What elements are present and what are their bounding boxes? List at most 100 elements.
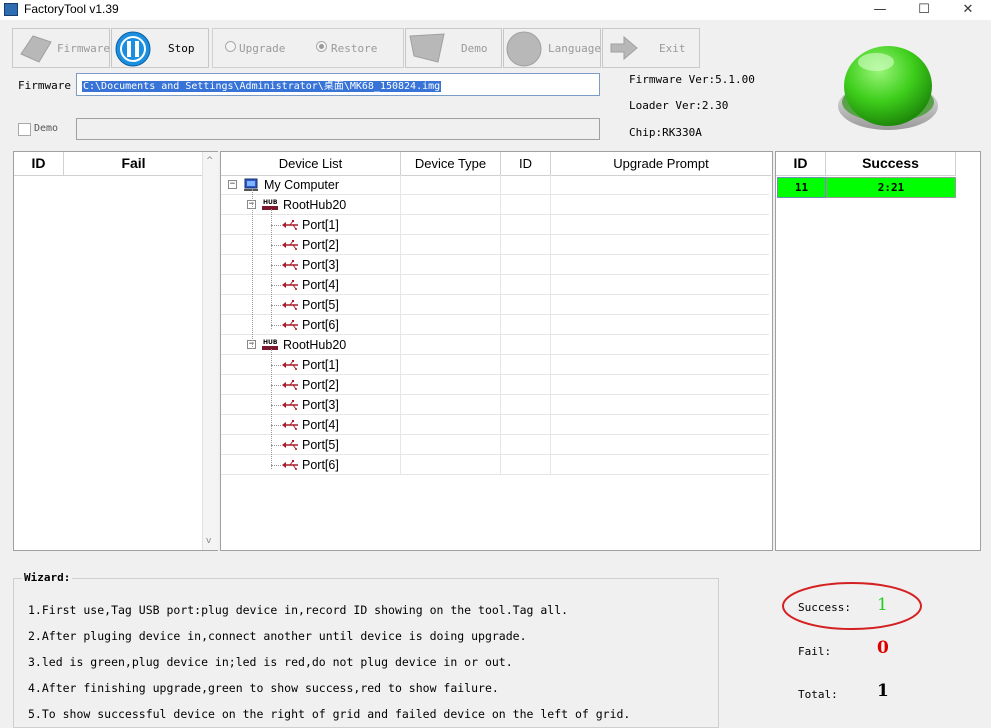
success-row-time[interactable]: 2:21 [826,177,956,198]
tree-node-label: Port[6] [302,458,339,472]
tree-node-port[interactable]: Port[4] [221,275,769,295]
usb-port-icon [282,300,298,310]
usb-port-icon [282,260,298,270]
total-count-label: Total: [798,688,838,701]
device-type-header[interactable]: Device Type [401,152,501,176]
hub-icon-text: HUB [263,199,278,206]
usb-port-icon [282,380,298,390]
demo-button[interactable]: Demo [405,28,502,68]
tree-connector [271,285,281,286]
tree-connector [271,349,272,469]
tree-connector [271,425,281,426]
tree-node-label: Port[5] [302,298,339,312]
fail-count-value: 0 [877,638,889,658]
upgrade-radio-label: Upgrade [239,42,286,55]
firmware-path-input[interactable]: C:\Documents and Settings\Administrator\… [76,73,600,96]
language-button-label: Language [548,42,601,55]
restore-radio-label: Restore [331,42,378,55]
tree-node-my-computer[interactable]: − My Computer [221,175,769,195]
tree-node-port[interactable]: Port[3] [221,255,769,275]
fail-table-header-fail[interactable]: Fail [64,152,204,176]
collapse-icon[interactable]: − [228,180,237,189]
tree-node-port[interactable]: Port[1] [221,355,769,375]
success-table-header-id[interactable]: ID [776,152,826,176]
demo-checkbox[interactable] [18,123,31,136]
tree-node-port[interactable]: Port[5] [221,435,769,455]
success-count-label: Success: [798,601,851,614]
wizard-line-5: 5.To show successful device on the right… [28,707,631,721]
firmware-path-text: C:\Documents and Settings\Administrator\… [82,81,442,92]
usb-port-icon [282,320,298,330]
tree-connector [252,189,253,349]
exit-button[interactable]: Exit [602,28,700,68]
usb-port-icon [282,440,298,450]
tree-node-label: Port[3] [302,398,339,412]
tree-node-port[interactable]: Port[5] [221,295,769,315]
maximize-button[interactable]: ☐ [901,0,947,20]
stop-button-label: Stop [168,42,195,55]
restore-radio[interactable] [316,41,327,52]
success-table-header-success[interactable]: Success [826,152,956,176]
firmware-button[interactable]: Firmware [12,28,110,68]
tree-node-hub[interactable]: − HUB RootHub20 [221,195,769,215]
tree-connector [271,465,281,466]
scroll-down-icon[interactable]: v [206,536,211,546]
fail-table[interactable]: ID Fail ^ v [13,151,218,551]
close-button[interactable]: ✕ [945,0,991,20]
exit-button-label: Exit [659,42,686,55]
tree-connector [271,365,281,366]
tree-node-port[interactable]: Port[2] [221,375,769,395]
wizard-title: Wizard: [22,571,73,584]
device-tree[interactable]: Device List Device Type ID Upgrade Promp… [220,151,773,551]
restore-radio-dot [319,44,324,49]
hub-icon-text: HUB [263,339,278,346]
stop-button[interactable]: Stop [111,28,209,68]
firmware-label: Firmware [18,79,71,92]
arrow-right-icon [610,35,638,61]
tree-node-port[interactable]: Port[3] [221,395,769,415]
fail-table-scrollbar[interactable]: ^ v [202,152,218,550]
tree-connector [271,405,281,406]
usb-port-icon [282,360,298,370]
demo-button-label: Demo [461,42,488,55]
wizard-line-1: 1.First use,Tag USB port:plug device in,… [28,603,569,617]
upgrade-radio[interactable] [225,41,236,52]
tree-node-label: Port[5] [302,438,339,452]
firmware-icon [20,35,52,63]
fail-table-header-id[interactable]: ID [14,152,64,176]
tree-node-port[interactable]: Port[2] [221,235,769,255]
usb-port-icon [282,220,298,230]
success-table[interactable]: ID Success 11 2:21 [775,151,981,551]
firmware-version: Firmware Ver:5.1.00 [629,73,755,86]
tree-node-hub[interactable]: − HUB RootHub20 [221,335,769,355]
upgrade-prompt-header[interactable]: Upgrade Prompt [551,152,771,176]
globe-icon [506,31,542,67]
tree-node-label: Port[4] [302,278,339,292]
tree-connector [271,245,281,246]
wizard-line-4: 4.After finishing upgrade,green to show … [28,681,499,695]
usb-port-icon [282,420,298,430]
tree-node-port[interactable]: Port[1] [221,215,769,235]
minimize-button[interactable]: — [857,0,903,20]
mode-group: Upgrade Restore [212,28,404,68]
tree-node-port[interactable]: Port[4] [221,415,769,435]
loader-version: Loader Ver:2.30 [629,99,729,112]
scroll-up-icon[interactable]: ^ [206,156,214,166]
chip-label: Chip:RK330A [629,126,702,139]
usb-port-icon [282,280,298,290]
status-light [838,46,938,130]
computer-icon [244,178,258,191]
demo-input[interactable] [76,118,600,140]
demo-icon [409,33,445,63]
tree-connector [271,385,281,386]
wizard-line-3: 3.led is green,plug device in;led is red… [28,655,513,669]
device-id-header[interactable]: ID [501,152,551,176]
device-list-header[interactable]: Device List [221,152,401,176]
tree-node-label: Port[1] [302,358,339,372]
window-title: FactoryTool v1.39 [24,2,119,16]
tree-node-port[interactable]: Port[6] [221,455,769,475]
language-button[interactable]: Language [503,28,601,68]
tree-node-label: RootHub20 [283,198,347,212]
tree-node-port[interactable]: Port[6] [221,315,769,335]
success-row-id[interactable]: 11 [777,177,826,198]
